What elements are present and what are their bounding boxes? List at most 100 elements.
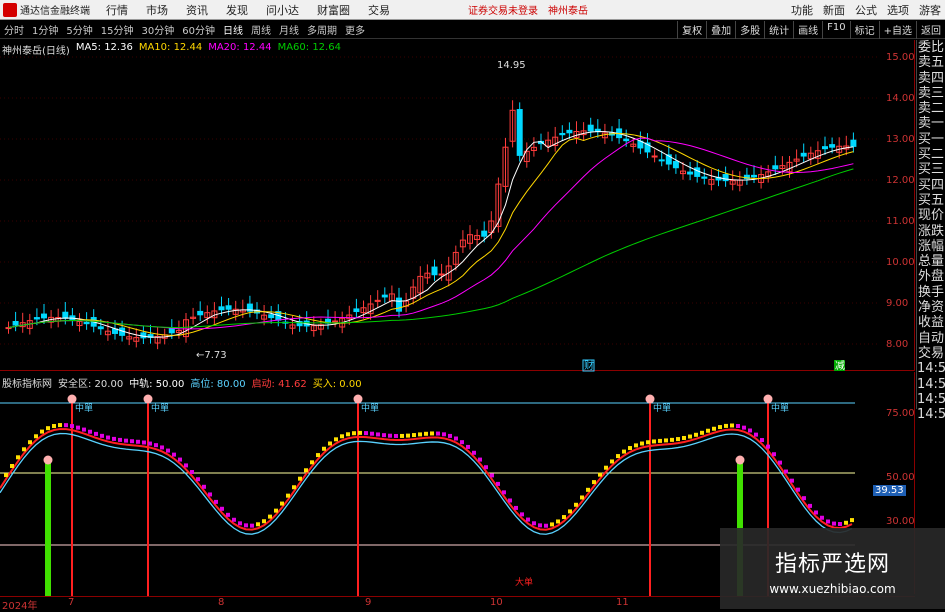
osc-rise-block bbox=[670, 437, 674, 442]
osc-fall-block bbox=[154, 443, 158, 448]
osc-fall-block bbox=[472, 450, 476, 455]
osc-rise-block bbox=[556, 519, 560, 524]
osc-fall-block bbox=[460, 440, 464, 445]
osc-fall-block bbox=[226, 512, 230, 517]
osc-rise-block bbox=[562, 515, 566, 520]
osc-rise-block bbox=[616, 454, 620, 459]
chart-canvas: 14.95 ←7.73 财 减中單 中單 中單 中單 中單大单 bbox=[0, 56, 880, 596]
osc-rise-block bbox=[658, 438, 662, 443]
osc-rise-block bbox=[274, 508, 278, 513]
osc-fall-block bbox=[88, 429, 92, 434]
osc-fall-block bbox=[178, 457, 182, 462]
candle-body bbox=[559, 132, 566, 136]
osc-fall-block bbox=[544, 523, 548, 528]
candle-body bbox=[672, 161, 679, 169]
osc-rise-block bbox=[352, 431, 356, 436]
osc-fall-block bbox=[166, 448, 170, 453]
candle-body bbox=[62, 311, 69, 319]
price-tick: 10.00 bbox=[886, 257, 915, 268]
price-tick: 9.00 bbox=[886, 298, 909, 309]
candle-body bbox=[566, 129, 573, 134]
osc-rise-block bbox=[730, 423, 734, 428]
side-label: 净资 bbox=[917, 300, 944, 316]
candle-body bbox=[97, 326, 104, 330]
osc-main-line bbox=[0, 428, 853, 531]
osc-fall-block bbox=[748, 428, 752, 433]
osc-fall-block bbox=[508, 498, 512, 503]
osc-fall-block bbox=[196, 477, 200, 482]
candle-body bbox=[587, 124, 594, 132]
osc-fall-block bbox=[478, 457, 482, 462]
osc-rise-block bbox=[58, 423, 62, 428]
signal-top-label: 中單 bbox=[771, 402, 789, 414]
osc-fall-block bbox=[484, 465, 488, 470]
ma5-line bbox=[8, 131, 854, 338]
osc-fall-block bbox=[496, 481, 500, 486]
candle-body bbox=[332, 320, 339, 323]
osc-tick: 30.00 bbox=[886, 516, 915, 527]
side-label: 委比 bbox=[917, 40, 944, 55]
osc-rise-block bbox=[676, 437, 680, 442]
osc-rise-block bbox=[4, 473, 8, 478]
osc-fall-block bbox=[94, 431, 98, 436]
candle-body bbox=[168, 328, 175, 334]
side-label: 买一 bbox=[917, 131, 944, 147]
candle-body bbox=[850, 139, 857, 147]
side-label: 买二 bbox=[917, 147, 944, 163]
osc-rise-block bbox=[10, 463, 14, 468]
osc-rise-block bbox=[322, 446, 326, 451]
signal-dot bbox=[43, 455, 53, 465]
side-label: 卖二 bbox=[917, 101, 944, 117]
side-label: 卖四 bbox=[917, 70, 944, 86]
osc-rise-block bbox=[550, 522, 554, 527]
ma10-line bbox=[8, 133, 854, 336]
osc-rise-block bbox=[400, 433, 404, 438]
side-time: 14:5 bbox=[917, 376, 945, 392]
osc-fall-block bbox=[118, 437, 122, 442]
osc-rise-block bbox=[292, 485, 296, 490]
osc-fall-block bbox=[736, 424, 740, 429]
osc-rise-block bbox=[334, 437, 338, 442]
side-label: 涨跌 bbox=[917, 223, 944, 239]
tag-jian: 减 bbox=[835, 360, 845, 372]
side-label[interactable]: 交易 bbox=[917, 346, 945, 361]
side-label: 买三 bbox=[917, 162, 944, 178]
osc-rise-block bbox=[598, 472, 602, 477]
osc-rise-block bbox=[628, 446, 632, 451]
candle-body bbox=[623, 138, 630, 142]
osc-rise-block bbox=[724, 423, 728, 428]
quote-side-panel: 委比 卖五 卖四 卖三 卖二 卖一 买一 买二 买三 买四 买五 现价 涨跌 涨… bbox=[916, 40, 945, 422]
btn-back[interactable]: 返回 bbox=[916, 21, 945, 39]
candle-body bbox=[800, 152, 807, 157]
osc-rise-block bbox=[646, 440, 650, 445]
osc-current-value: 39.53 bbox=[873, 485, 906, 496]
osc-fall-block bbox=[532, 521, 536, 526]
candle-body bbox=[225, 305, 232, 310]
osc-fall-block bbox=[784, 469, 788, 474]
side-label: 卖三 bbox=[917, 85, 944, 101]
osc-fall-block bbox=[520, 512, 524, 517]
osc-fall-block bbox=[514, 505, 518, 510]
time-tick: 2024年 bbox=[2, 601, 38, 612]
osc-rise-block bbox=[634, 443, 638, 448]
osc-fall-block bbox=[490, 473, 494, 478]
osc-rise-block bbox=[346, 432, 350, 437]
osc-rise-block bbox=[706, 428, 710, 433]
price-tick: 14.00 bbox=[886, 93, 915, 104]
signal-top-label: 中單 bbox=[75, 402, 93, 414]
side-label[interactable]: 自动 bbox=[917, 331, 945, 346]
time-tick: 9 bbox=[365, 597, 372, 608]
signal-bottom-label: 大单 bbox=[515, 576, 533, 588]
osc-rise-block bbox=[316, 453, 320, 458]
osc-rise-block bbox=[412, 433, 416, 438]
high-price-mark: 14.95 bbox=[497, 60, 526, 71]
osc-fall-block bbox=[538, 523, 542, 528]
osc-signal-line bbox=[0, 432, 853, 535]
candle-body bbox=[751, 174, 757, 178]
menu-guest[interactable]: 游客 bbox=[919, 2, 941, 18]
osc-fall-block bbox=[220, 506, 224, 511]
side-label: 卖五 bbox=[917, 55, 944, 71]
watermark-url: www.xuezhibiao.com bbox=[769, 582, 896, 596]
osc-rise-block bbox=[688, 434, 692, 439]
candle-body bbox=[268, 314, 275, 319]
